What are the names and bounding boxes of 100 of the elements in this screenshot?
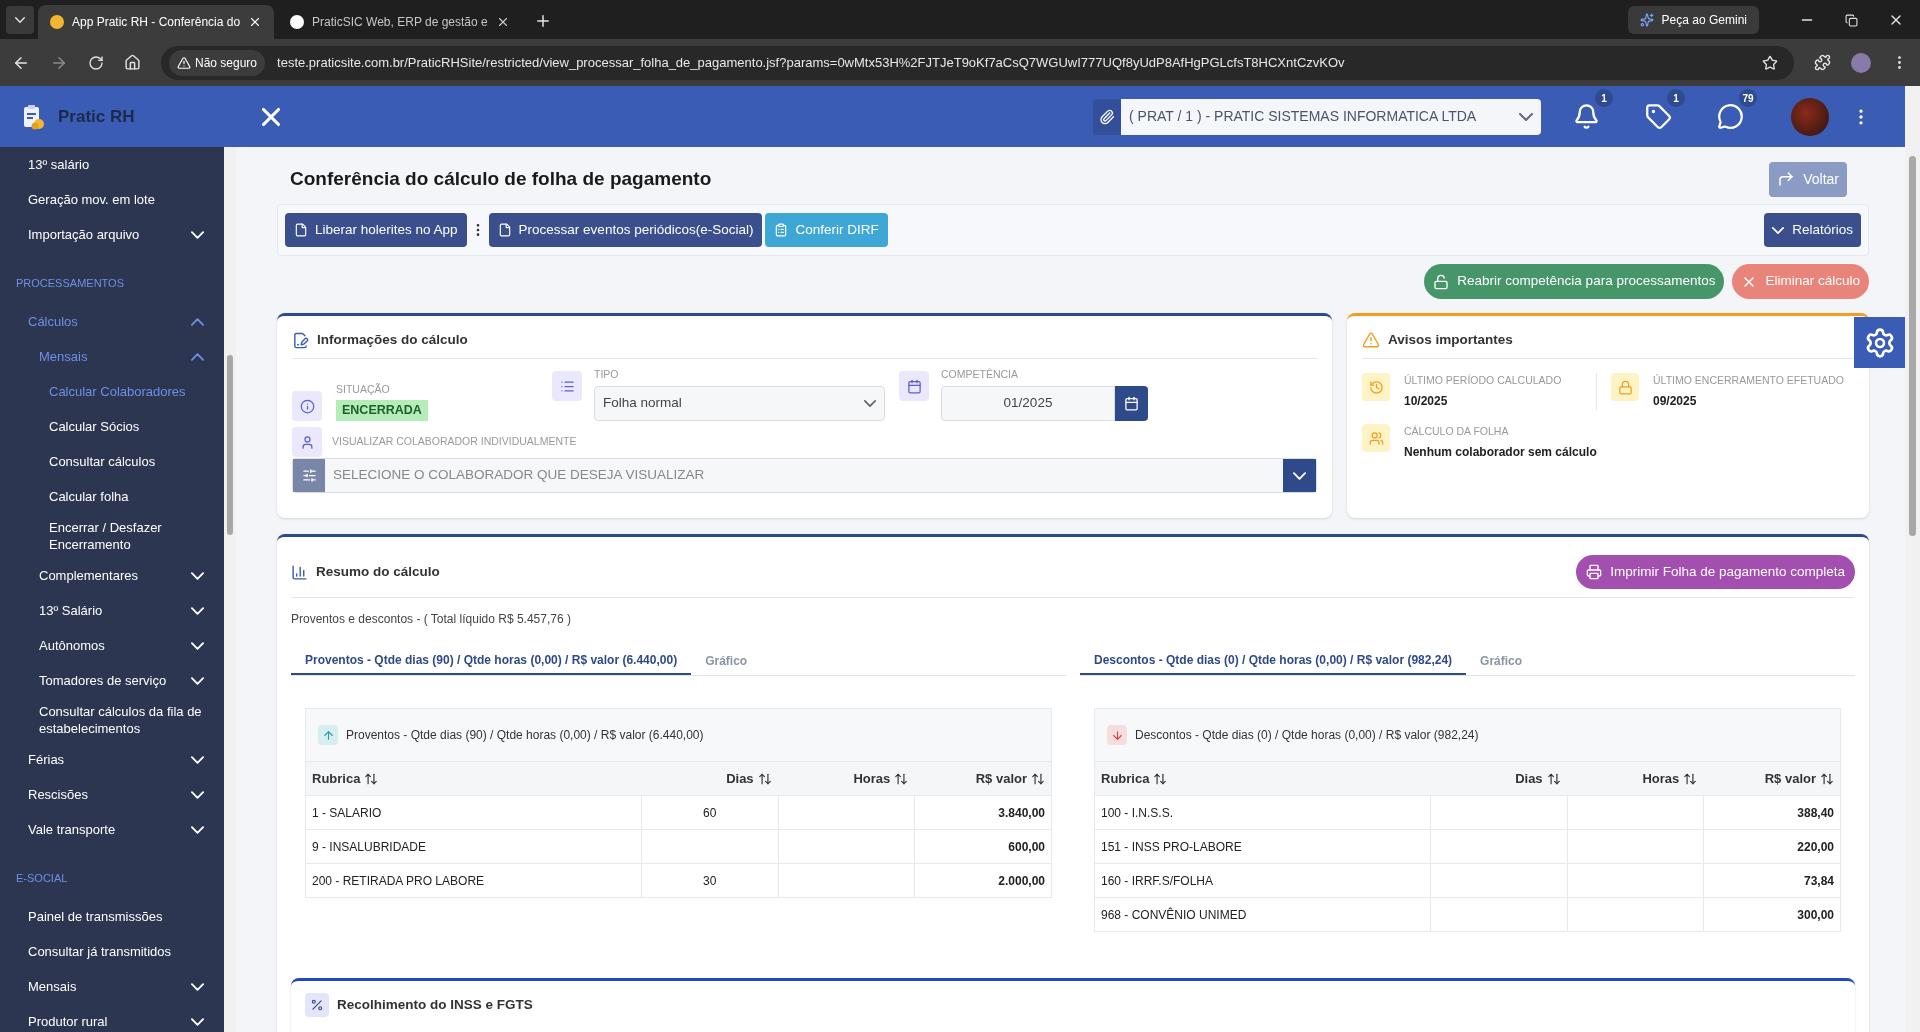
- tab[interactable]: Descontos - Qtde dias (0) / Qtde horas (0,00) / R$ valor (982,24): [1080, 646, 1467, 675]
- table-cell: 9 - INSALUBRIDADE: [306, 829, 641, 863]
- period-field[interactable]: 01/2025: [941, 386, 1115, 421]
- url-text: teste.praticsite.com.br/PraticRHSite/restricted/view_processar_folha_de_pagamento.jsf?params=0wMtx53H%2FJTJeT9oKf7aCsQ7WGUwI777UQf8yUdP8AfHgPGLcfsT8HCXntCzvKOv: [277, 53, 1346, 72]
- reload-icon[interactable]: [88, 54, 104, 71]
- reports-button[interactable]: Relatórios: [1764, 213, 1861, 247]
- sidebar-item[interactable]: Calcular Colaboradores: [0, 374, 224, 409]
- page-scrollbar[interactable]: [1905, 86, 1920, 1032]
- field-label: SITUAÇÃO: [336, 381, 391, 397]
- sidebar-item[interactable]: Importação arquivo: [0, 217, 224, 252]
- extensions-icon[interactable]: [1814, 54, 1831, 71]
- notice-value: 10/2025: [1404, 393, 1449, 410]
- column-header[interactable]: Horas: [777, 761, 915, 795]
- toolbar-button[interactable]: Liberar holerites no App: [285, 213, 467, 247]
- sidebar-scrollbar[interactable]: [224, 147, 236, 1032]
- notice-label: CÁLCULO DA FOLHA: [1404, 424, 1510, 439]
- address-bar[interactable]: Não seguro teste.praticsite.com.br/PraticRHSite/restricted/view_processar_folha_de_pagamento.jsf?params=0wMtx53H%2FJTJeT9oKf7aCsQ7WGUwI777UQf8yUdP8AfHgPGLcfsT8HCXntCzvKOv: [161, 45, 1794, 80]
- calendar-icon: [899, 371, 929, 402]
- chevron-down-icon: [191, 790, 204, 799]
- sidebar-item[interactable]: Cálculos: [0, 304, 224, 339]
- sidebar-item[interactable]: Mensais: [0, 339, 224, 374]
- browser-tab[interactable]: App Pratic RH - Conferência do: [38, 5, 275, 39]
- sidebar-item[interactable]: Vale transporte: [0, 812, 224, 847]
- table-cell: 300,00: [1703, 897, 1840, 931]
- tag-icon: [1645, 103, 1672, 130]
- action-button[interactable]: Reabrir competência para processamentos: [1424, 264, 1725, 299]
- bell-icon: [1573, 103, 1600, 130]
- bookmark-icon[interactable]: [1762, 54, 1778, 71]
- info-icon: [292, 391, 322, 421]
- list-icon: [552, 371, 582, 402]
- table-cell: 388,40: [1703, 795, 1840, 829]
- sort-icon: [1546, 771, 1561, 786]
- user-icon: [292, 427, 322, 457]
- tag-button[interactable]: 1: [1645, 89, 1685, 130]
- column-header[interactable]: R$ valor: [1703, 761, 1840, 795]
- chevron-down-icon: [864, 400, 876, 407]
- sidebar-item[interactable]: Complementares: [0, 558, 224, 593]
- chevron-down-icon: [191, 982, 204, 991]
- chevron-down-icon: [191, 676, 204, 685]
- chevron-down-icon: [1772, 226, 1785, 234]
- chat-button[interactable]: 79: [1717, 89, 1757, 130]
- sidebar-item[interactable]: Autônomos: [0, 628, 224, 663]
- chevron-up-icon: [191, 352, 204, 361]
- sidebar-item[interactable]: Consultar cálculos da fila de estabelecimentos: [0, 698, 224, 742]
- total-text: Proventos e descontos - ( Total líquido R$ 5.457,76 ): [291, 611, 572, 628]
- tab-list-button[interactable]: [6, 6, 34, 34]
- sort-icon: [1031, 771, 1045, 786]
- chevron-down-icon: [191, 230, 204, 239]
- profile-avatar[interactable]: [1851, 52, 1871, 73]
- settings-button[interactable]: [1854, 317, 1905, 368]
- chevron-down-icon: [15, 17, 25, 23]
- sidebar-item[interactable]: Tomadores de serviço: [0, 663, 224, 698]
- column-header[interactable]: Rubrica: [1095, 761, 1430, 795]
- table-cell: 220,00: [1703, 829, 1840, 863]
- sidebar-item[interactable]: Consultar já transmitidos: [0, 934, 224, 969]
- gemini-button[interactable]: Peça ao Gemini: [1627, 6, 1759, 34]
- sidebar-item[interactable]: Consultar cálculos: [0, 444, 224, 479]
- sidebar-item[interactable]: 13º salário: [0, 147, 224, 182]
- table-cell: 151 - INSS PRO-LABORE: [1095, 829, 1430, 863]
- calendar-button[interactable]: [1115, 386, 1148, 421]
- sidebar-item[interactable]: Férias: [0, 742, 224, 777]
- security-indicator[interactable]: Não seguro: [169, 49, 266, 76]
- sidebar-item[interactable]: Calcular Sócios: [0, 409, 224, 444]
- sidebar-item[interactable]: Rescisões: [0, 777, 224, 812]
- employee-select[interactable]: SELECIONE O COLABORADOR QUE DESEJA VISUALIZAR: [292, 458, 1317, 493]
- sparkle-icon: [1639, 13, 1654, 27]
- print-button[interactable]: Imprimir Folha de pagamento completa: [1576, 555, 1855, 589]
- home-icon[interactable]: [124, 54, 141, 71]
- notice-value: Nenhum colaborador sem cálculo: [1404, 443, 1597, 461]
- column-header[interactable]: Horas: [1566, 761, 1704, 795]
- history-icon: [1362, 373, 1390, 402]
- type-select[interactable]: Folha normal: [594, 386, 885, 421]
- restore-icon[interactable]: [1845, 14, 1858, 27]
- arrow-up-icon: [318, 725, 338, 745]
- column-header[interactable]: R$ valor: [914, 761, 1051, 795]
- sidebar-item[interactable]: Produtor rural: [0, 1004, 224, 1032]
- chevron-down-icon: [1519, 112, 1533, 121]
- sidebar-item[interactable]: Painel de transmissões: [0, 899, 224, 934]
- tab[interactable]: Proventos - Qtde dias (90) / Qtde horas (0,00) / R$ valor (6.440,00): [291, 646, 692, 675]
- column-header[interactable]: Dias: [1429, 761, 1567, 795]
- chevron-down-icon: [191, 606, 204, 615]
- browser-tab[interactable]: PraticSIC Web, ERP de gestão e: [278, 5, 522, 39]
- table-cell: 2.000,00: [914, 863, 1051, 897]
- sidebar-item[interactable]: Encerrar / Desfazer Encerramento: [0, 514, 224, 558]
- unlock-icon: [1433, 273, 1450, 290]
- sidebar-item[interactable]: Geração mov. em lote: [0, 182, 224, 217]
- sidebar-item[interactable]: Calcular folha: [0, 479, 224, 514]
- sliders-icon: [301, 468, 317, 483]
- card-title: Resumo do cálculo: [316, 562, 440, 581]
- sort-icon: [1153, 771, 1168, 786]
- column-header[interactable]: Rubrica: [306, 761, 641, 795]
- calendar-icon: [1124, 396, 1139, 411]
- bell-button[interactable]: 1: [1573, 89, 1613, 130]
- sidebar-item[interactable]: Mensais: [0, 969, 224, 1004]
- column-header[interactable]: Dias: [640, 761, 778, 795]
- sidebar-item[interactable]: 13º Salário: [0, 593, 224, 628]
- table-cell: 30: [640, 863, 778, 897]
- field-label: TIPO: [594, 367, 620, 383]
- toolbar-button[interactable]: Processar eventos periódicos(e-Social): [488, 213, 763, 247]
- sort-icon: [757, 771, 772, 786]
